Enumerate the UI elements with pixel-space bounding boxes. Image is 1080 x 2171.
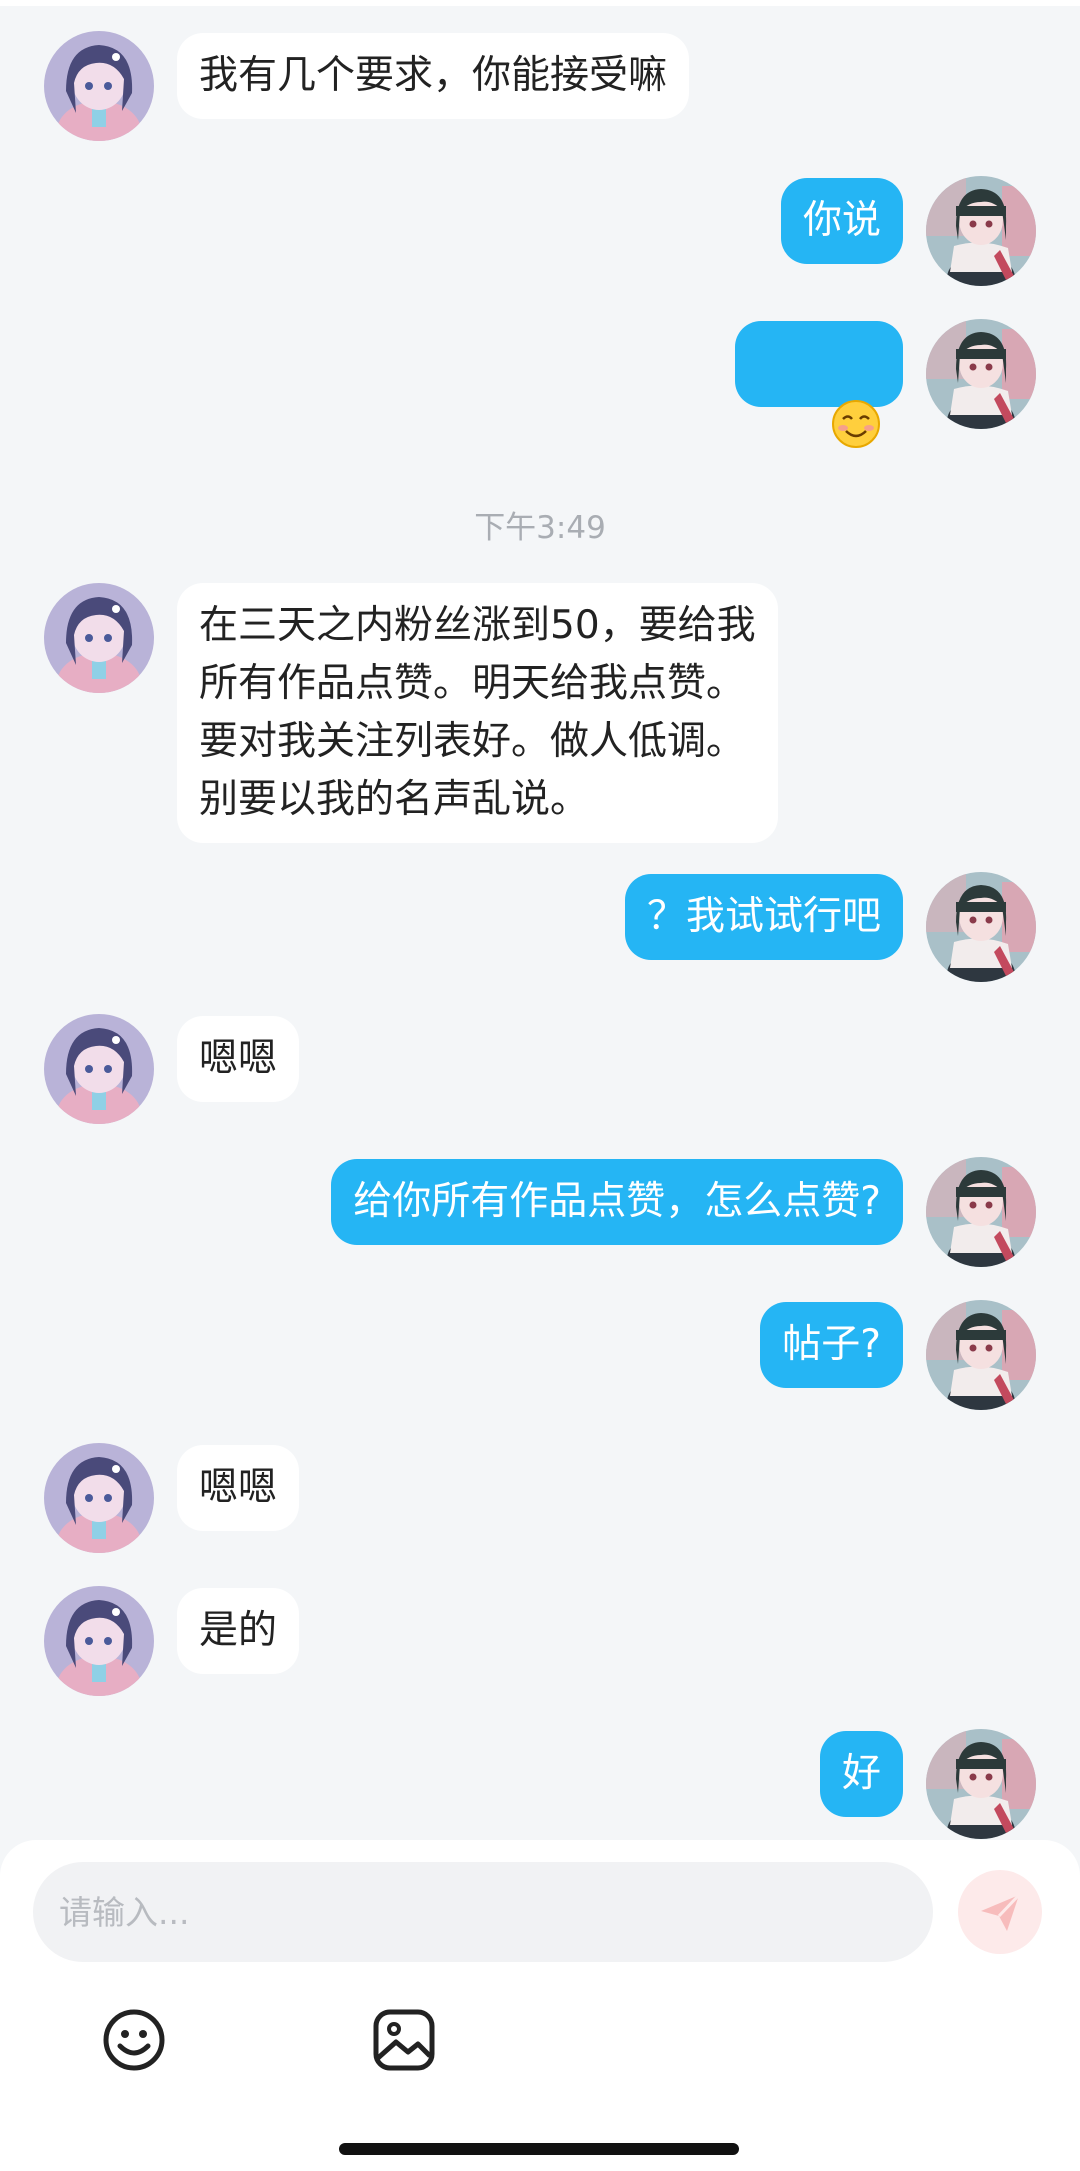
- message-bubble-incoming[interactable]: 我有几个要求，你能接受嘛: [177, 33, 690, 119]
- message-bubble-outgoing[interactable]: ☺️: [734, 321, 903, 448]
- my-avatar[interactable]: [926, 319, 1036, 429]
- smiling-face-emoji-icon: [832, 399, 880, 448]
- chat-message-list[interactable]: 我有几个要求，你能接受嘛 你说 ☺️ 下午3:49 在三天之内粉丝涨到50，要给…: [0, 0, 1080, 1840]
- message-input[interactable]: [33, 1862, 933, 1962]
- message-row-incoming: 在三天之内粉丝涨到50，要给我 所有作品点赞。明天给我点赞。 要对我关注列表好。…: [0, 583, 1080, 843]
- my-avatar[interactable]: [926, 1729, 1036, 1839]
- my-avatar[interactable]: [926, 872, 1036, 982]
- my-avatar[interactable]: [926, 1300, 1036, 1410]
- contact-avatar[interactable]: [44, 1586, 154, 1696]
- message-row-incoming: 我有几个要求，你能接受嘛: [0, 31, 1080, 141]
- message-row-outgoing: 给你所有作品点赞，怎么点赞?: [0, 1157, 1080, 1267]
- message-row-outgoing: ☺️: [0, 319, 1080, 448]
- message-bubble-outgoing[interactable]: 你说: [780, 178, 903, 264]
- paper-plane-icon: [981, 1893, 1021, 1931]
- message-row-outgoing: 帖子?: [0, 1300, 1080, 1410]
- message-row-outgoing: ？我试试行吧: [0, 872, 1080, 982]
- message-timestamp: 下午3:49: [474, 510, 606, 546]
- message-bubble-incoming[interactable]: 是的: [177, 1588, 300, 1674]
- message-bubble-incoming[interactable]: 嗯嗯: [177, 1445, 300, 1531]
- contact-avatar[interactable]: [44, 31, 154, 141]
- message-bubble-outgoing[interactable]: 给你所有作品点赞，怎么点赞?: [331, 1159, 903, 1245]
- image-icon[interactable]: [368, 2004, 440, 2076]
- home-indicator[interactable]: [339, 2143, 739, 2155]
- message-row-outgoing: 好: [0, 1729, 1080, 1839]
- message-bubble-incoming[interactable]: 嗯嗯: [177, 1016, 300, 1102]
- smiley-icon[interactable]: [98, 2004, 170, 2076]
- message-bubble-outgoing[interactable]: ？我试试行吧: [624, 874, 903, 960]
- contact-avatar[interactable]: [44, 1443, 154, 1553]
- my-avatar[interactable]: [926, 176, 1036, 286]
- message-row-incoming: 嗯嗯: [0, 1014, 1080, 1124]
- message-row-incoming: 是的: [0, 1586, 1080, 1696]
- send-button[interactable]: [958, 1870, 1042, 1954]
- message-bubble-outgoing[interactable]: 帖子?: [760, 1302, 903, 1388]
- my-avatar[interactable]: [926, 1157, 1036, 1267]
- contact-avatar[interactable]: [44, 583, 154, 693]
- message-bubble-outgoing[interactable]: 好: [819, 1731, 903, 1817]
- contact-avatar[interactable]: [44, 1014, 154, 1124]
- message-row-outgoing: 你说: [0, 176, 1080, 286]
- message-bubble-incoming[interactable]: 在三天之内粉丝涨到50，要给我 所有作品点赞。明天给我点赞。 要对我关注列表好。…: [177, 583, 778, 843]
- message-row-incoming: 嗯嗯: [0, 1443, 1080, 1553]
